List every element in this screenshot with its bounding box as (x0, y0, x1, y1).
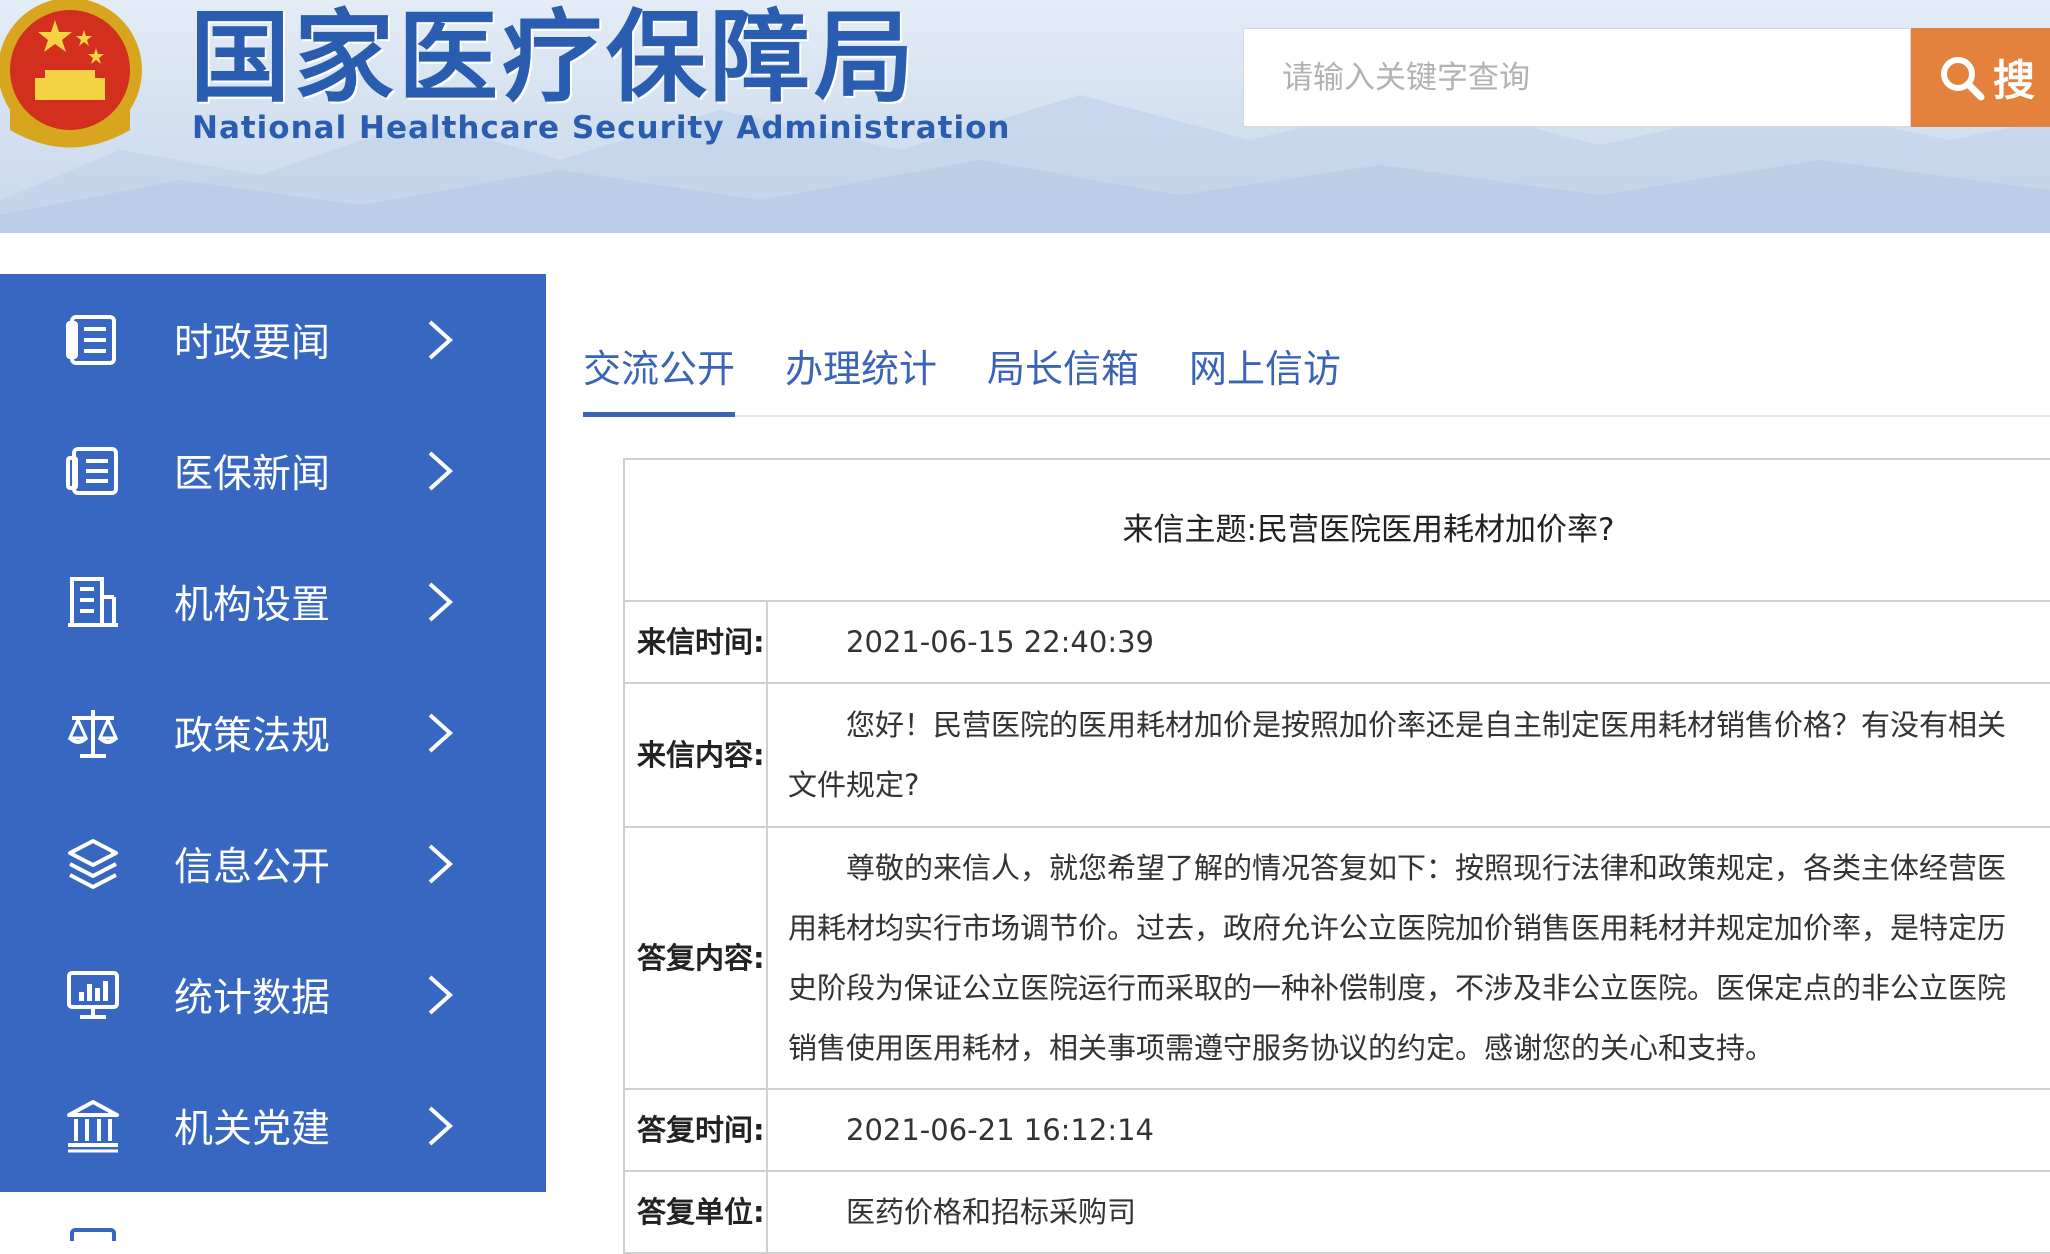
sidebar-item-current-affairs[interactable]: 时政要闻 (0, 274, 546, 405)
letter-subject: 来信主题:民营医院医用耗材加价率? (623, 458, 2050, 602)
sidebar-item-information-disclosure[interactable]: 信息公开 (0, 798, 546, 929)
chevron-right-icon (428, 975, 453, 1014)
reply-time-label: 答复时间: (623, 1088, 768, 1172)
sidebar-item-label: 政策法规 (174, 713, 331, 759)
reply-time-value: 2021-06-21 16:12:14 (766, 1088, 2050, 1172)
sidebar-item-label: 机构设置 (174, 582, 331, 628)
table-row: 答复时间: 2021-06-21 16:12:14 (623, 1088, 2050, 1172)
tab-online-petition[interactable]: 网上信访 (1189, 340, 1341, 417)
table-row: 答复内容: 尊敬的来信人，就您希望了解的情况答复如下：按照现行法律和政策规定，各… (623, 826, 2050, 1090)
sidebar-item-label: 统计数据 (174, 975, 331, 1021)
monitor-chart-icon (67, 970, 119, 1019)
document-list-icon (66, 314, 116, 365)
reply-content-label: 答复内容: (623, 826, 768, 1090)
search-input[interactable] (1243, 28, 1911, 127)
site-header: 国家医疗保障局 National Healthcare Security Adm… (0, 0, 2050, 233)
institution-icon (67, 1099, 119, 1152)
partial-sidebar-icon (70, 1228, 116, 1241)
letter-content-value: 您好！民营医院的医用耗材加价是按照加价率还是自主制定医用耗材销售价格？有没有相关… (766, 682, 2050, 828)
building-icon (68, 576, 118, 627)
sidebar-item-label: 机关党建 (174, 1106, 331, 1152)
letter-content-label: 来信内容: (623, 682, 768, 828)
sidebar-item-organization[interactable]: 机构设置 (0, 536, 546, 667)
table-row: 来信时间: 2021-06-15 22:40:39 (623, 600, 2050, 684)
sidebar-item-statistics[interactable]: 统计数据 (0, 929, 546, 1060)
sidebar-nav: 时政要闻 医保新闻 机构设置 政策法规 信息公开 统计数据 机关党建 (0, 274, 546, 1192)
received-time-value: 2021-06-15 22:40:39 (766, 600, 2050, 684)
chevron-right-icon (428, 844, 453, 883)
sidebar-item-label: 时政要闻 (174, 320, 331, 366)
tab-bar: 交流公开 办理统计 局长信箱 网上信访 (583, 340, 2050, 417)
chevron-right-icon (428, 1106, 453, 1145)
chevron-right-icon (428, 451, 453, 490)
received-time-label: 来信时间: (623, 600, 768, 684)
sidebar-item-party-building[interactable]: 机关党建 (0, 1060, 546, 1191)
search-button-label: 搜 (1993, 56, 2036, 105)
national-emblem-icon (0, 0, 142, 148)
tab-handling-statistics[interactable]: 办理统计 (785, 340, 937, 417)
layers-icon (68, 838, 118, 889)
news-icon (66, 446, 118, 495)
sidebar-item-healthcare-news[interactable]: 医保新闻 (0, 405, 546, 536)
sidebar-item-policies[interactable]: 政策法规 (0, 667, 546, 798)
tab-exchange-disclosure[interactable]: 交流公开 (583, 340, 736, 417)
letter-detail-table: 来信主题:民营医院医用耗材加价率? 来信时间: 2021-06-15 22:40… (623, 458, 2050, 1254)
letter-subject-row: 来信主题:民营医院医用耗材加价率? (623, 458, 2050, 602)
reply-content-value: 尊敬的来信人，就您希望了解的情况答复如下：按照现行法律和政策规定，各类主体经营医… (766, 826, 2050, 1090)
chevron-right-icon (428, 582, 453, 621)
chevron-right-icon (428, 320, 453, 359)
sidebar-item-label: 医保新闻 (174, 451, 331, 497)
scales-icon (67, 709, 119, 758)
sidebar-item-label: 信息公开 (174, 844, 331, 890)
tab-director-mailbox[interactable]: 局长信箱 (987, 340, 1139, 417)
search-icon (1941, 56, 1985, 100)
table-row: 来信内容: 您好！民营医院的医用耗材加价是按照加价率还是自主制定医用耗材销售价格… (623, 682, 2050, 828)
site-subtitle: National Healthcare Security Administrat… (192, 110, 1011, 146)
site-title: 国家医疗保障局 (190, 0, 918, 116)
chevron-right-icon (428, 713, 453, 752)
search-button[interactable]: 搜 (1911, 28, 2050, 127)
